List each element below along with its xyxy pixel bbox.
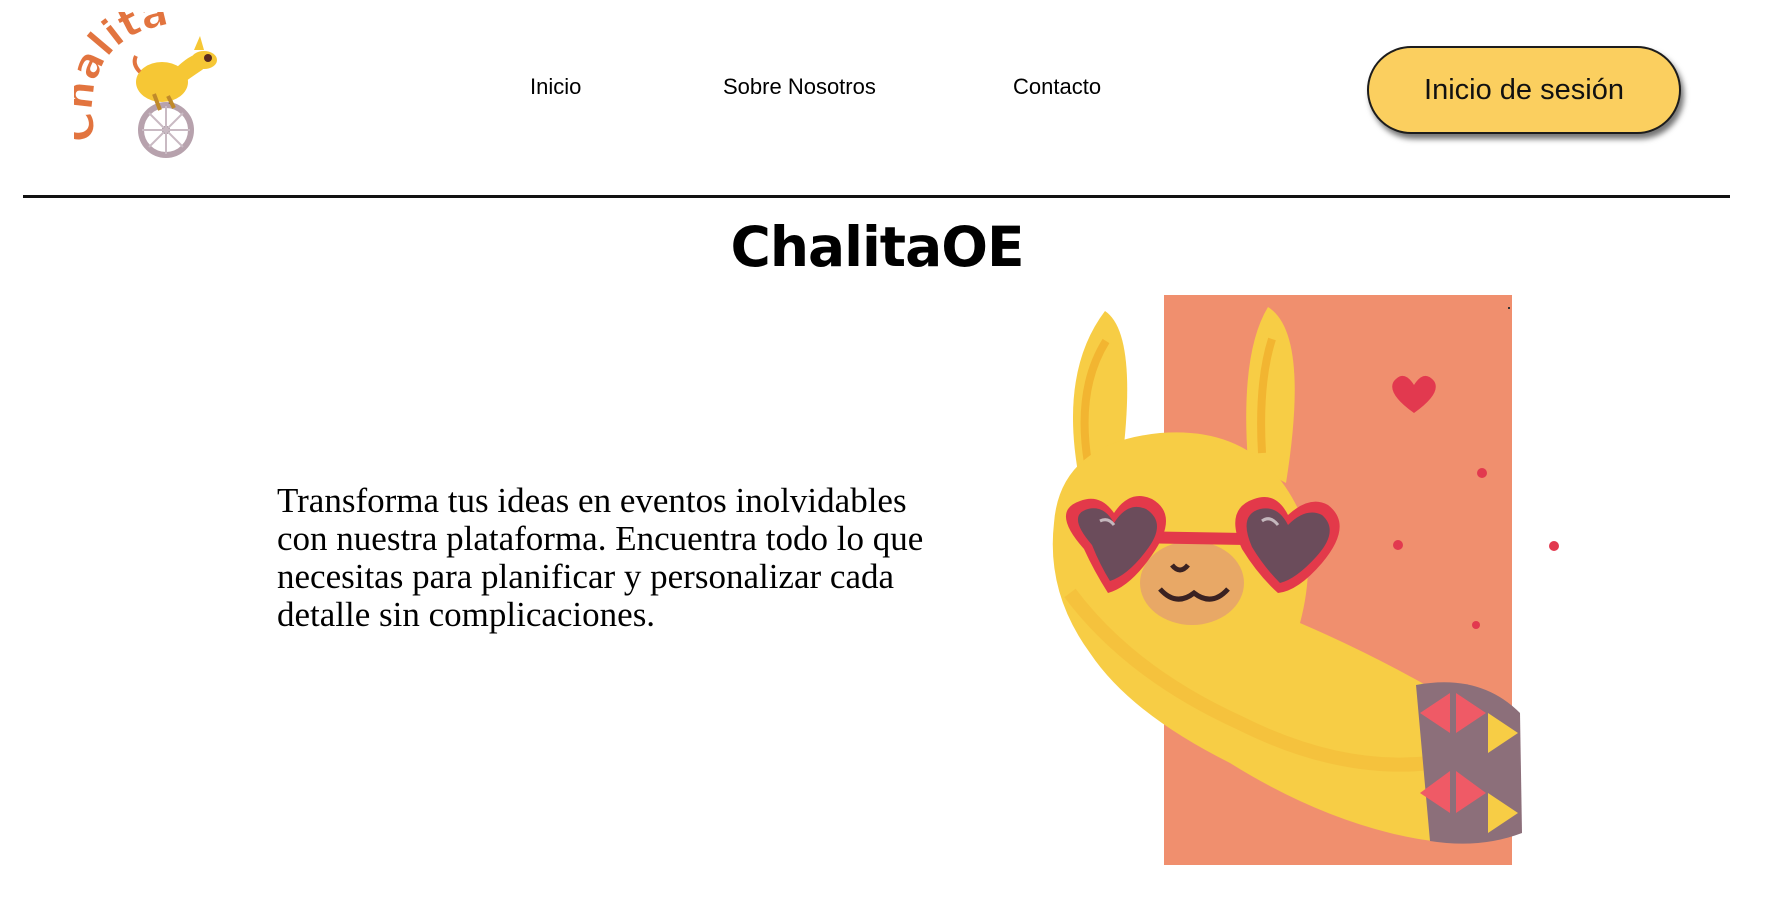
header-divider <box>23 195 1730 198</box>
nav-link-sobre-nosotros[interactable]: Sobre Nosotros <box>723 74 876 100</box>
hero-description: Transforma tus ideas en eventos inolvida… <box>277 481 924 634</box>
nav-link-contacto[interactable]: Contacto <box>1013 74 1101 100</box>
page-title: ChalitaOE <box>730 215 1024 279</box>
nav-link-inicio[interactable]: Inicio <box>530 74 581 100</box>
login-button[interactable]: Inicio de sesión <box>1367 46 1681 134</box>
llama-sunglasses-illustration <box>1052 295 1559 865</box>
site-header: Chalita Inicio Sobre Nosotros Contacto I… <box>0 0 1788 196</box>
